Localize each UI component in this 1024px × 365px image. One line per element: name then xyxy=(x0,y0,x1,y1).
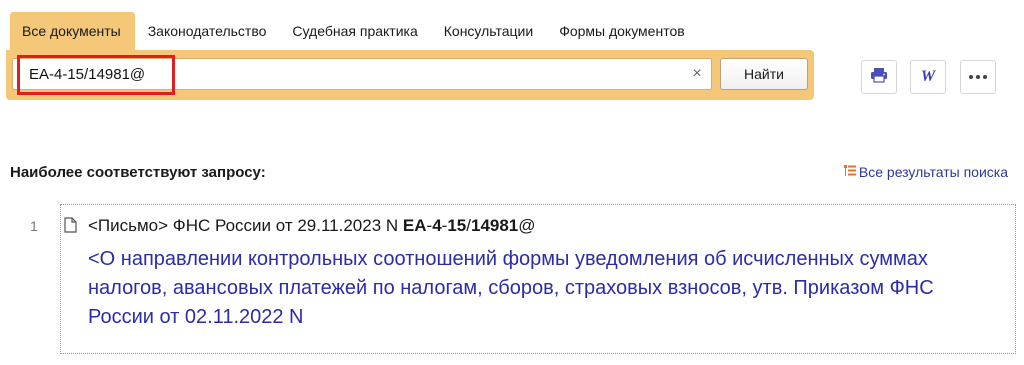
tab-legislation[interactable]: Законодательство xyxy=(135,12,280,50)
tree-list-icon xyxy=(843,164,856,180)
result-match-part: ЕА xyxy=(402,216,427,235)
search-panel: × Найти xyxy=(6,50,814,100)
all-results-label: Все результаты поиска xyxy=(858,164,1008,180)
result-match-part: 15 xyxy=(447,216,467,235)
tab-all-documents[interactable]: Все документы xyxy=(10,12,135,50)
result-doc-info: <Письмо> ФНС России от 29.11.2023 N ЕА-4… xyxy=(88,216,536,236)
print-button[interactable] xyxy=(861,60,897,94)
result-match-part: 4 xyxy=(432,216,442,235)
clear-search-button[interactable]: × xyxy=(687,64,707,84)
find-button[interactable]: Найти xyxy=(720,58,808,90)
all-results-link[interactable]: Все результаты поиска xyxy=(843,164,1008,180)
app-root: Все документы Законодательство Судебная … xyxy=(0,0,1024,365)
printer-icon xyxy=(870,67,888,88)
results-header: Наиболее соответствуют запросу: xyxy=(10,164,266,181)
tab-document-forms[interactable]: Формы документов xyxy=(546,12,698,50)
document-icon xyxy=(64,217,77,238)
result-doc-suffix: @ xyxy=(518,216,536,235)
search-input[interactable] xyxy=(29,59,669,89)
search-tabs: Все документы Законодательство Судебная … xyxy=(10,12,698,50)
result-title-link[interactable]: <О направлении контрольных соотношений ф… xyxy=(88,245,988,332)
result-doc-prefix: <Письмо> ФНС России от 29.11.2023 N xyxy=(88,216,403,235)
search-input-wrap: × xyxy=(12,55,712,95)
more-actions-button[interactable] xyxy=(960,60,996,94)
tab-consultations[interactable]: Консультации xyxy=(431,12,546,50)
result-number: 1 xyxy=(30,218,38,234)
tab-court-practice[interactable]: Судебная практика xyxy=(279,12,430,50)
result-match-part: 14981 xyxy=(470,216,519,235)
word-export-icon: W xyxy=(920,68,936,85)
export-word-button[interactable]: W xyxy=(910,60,946,94)
more-dots-icon xyxy=(969,75,987,79)
